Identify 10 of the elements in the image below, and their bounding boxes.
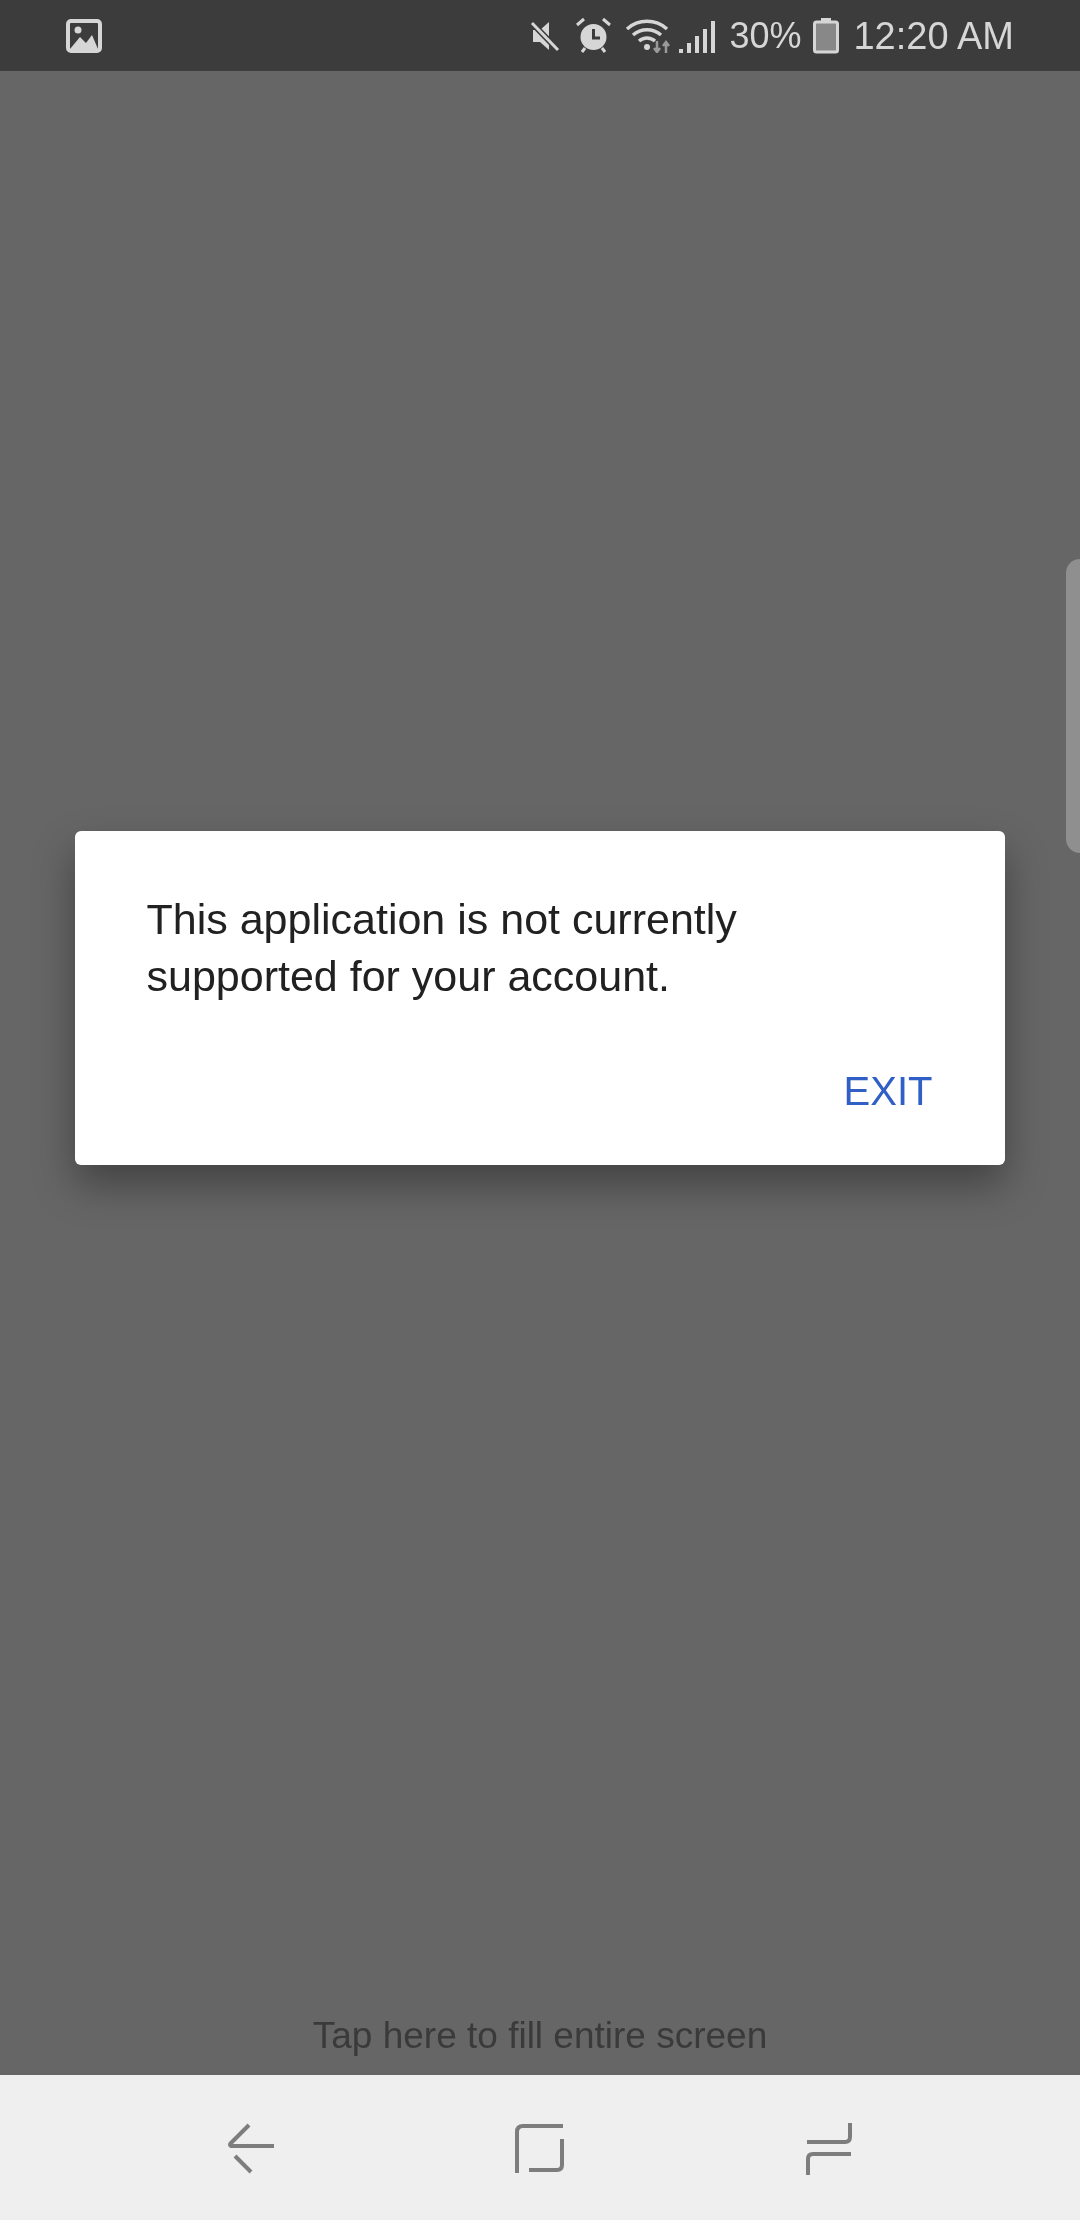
signal-icon [678,18,716,53]
scroll-handle[interactable] [1066,559,1080,853]
image-icon [66,18,102,53]
back-icon[interactable] [227,2122,275,2175]
alarm-icon [575,17,613,54]
recent-apps-icon[interactable] [805,2121,853,2176]
battery-icon [813,17,840,54]
battery-percentage: 30% [729,17,802,54]
dialog-message: This application is not currently supported for your account. [146,894,738,1002]
clock-time: 12:20 AM [853,16,1014,55]
